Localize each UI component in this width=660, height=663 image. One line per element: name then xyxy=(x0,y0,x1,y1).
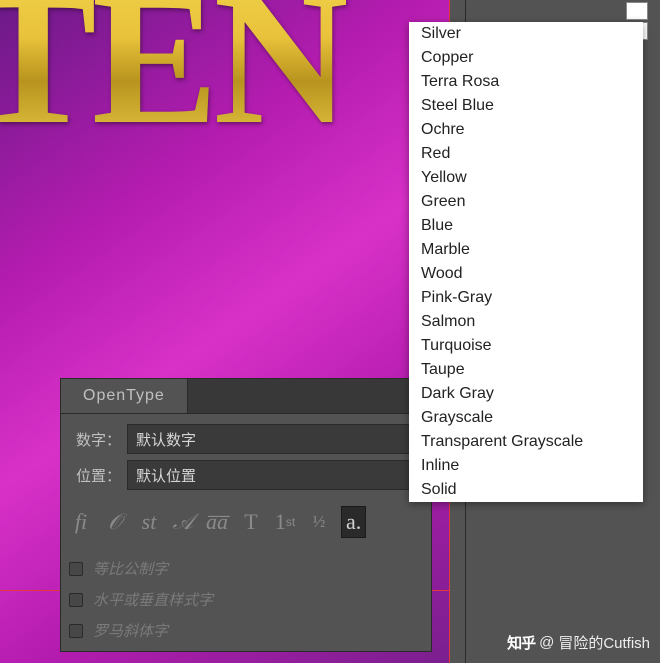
figures-value: 默认数字 xyxy=(136,429,196,450)
check-label: 罗马斜体字 xyxy=(93,620,168,641)
ligatures-icon[interactable]: fi xyxy=(69,509,93,535)
dropdown-item[interactable]: Transparent Grayscale xyxy=(409,430,643,454)
shading-dropdown-menu[interactable]: Silver Copper Terra Rosa Steel Blue Ochr… xyxy=(409,22,643,502)
checkbox-icon xyxy=(69,562,83,576)
figures-select[interactable]: 默认数字 xyxy=(127,424,423,454)
dropdown-item[interactable]: Red xyxy=(409,142,643,166)
figures-row: 数字： 默认数字 xyxy=(69,424,423,454)
dropdown-item[interactable]: Wood xyxy=(409,262,643,286)
position-label: 位置： xyxy=(69,465,121,486)
ordinals-icon[interactable]: 1st xyxy=(273,509,297,535)
check-group: 等比公制字 水平或垂直样式字 罗马斜体字 xyxy=(69,552,423,641)
dropdown-item[interactable]: Dark Gray xyxy=(409,382,643,406)
tab-bar-spacer xyxy=(188,379,431,413)
stylistic-alt-icon[interactable]: st xyxy=(137,509,161,535)
check-label: 等比公制字 xyxy=(93,558,168,579)
panel-tab-bar: OpenType xyxy=(61,379,431,414)
contextual-alt-icon[interactable]: a̅a̅ xyxy=(205,509,229,535)
fractions-icon[interactable]: ½ xyxy=(307,512,331,532)
watermark: 知乎 @ 冒险的Cutfish xyxy=(507,632,650,653)
check-label: 水平或垂直样式字 xyxy=(93,589,213,610)
roman-italic-check[interactable]: 罗马斜体字 xyxy=(69,620,423,641)
position-value: 默认位置 xyxy=(136,465,196,486)
tab-opentype[interactable]: OpenType xyxy=(61,379,188,413)
dropdown-item[interactable]: Taupe xyxy=(409,358,643,382)
position-row: 位置： 默认位置 xyxy=(69,460,423,490)
dropdown-item[interactable]: Pink-Gray xyxy=(409,286,643,310)
dropdown-item[interactable]: Copper xyxy=(409,46,643,70)
dropdown-item[interactable]: Silver xyxy=(409,22,643,46)
swatch-white-1[interactable] xyxy=(626,2,648,20)
dropdown-item[interactable]: Blue xyxy=(409,214,643,238)
checkbox-icon xyxy=(69,624,83,638)
dropdown-item[interactable]: Turquoise xyxy=(409,334,643,358)
dropdown-item[interactable]: Solid xyxy=(409,478,643,502)
dropdown-item[interactable]: Salmon xyxy=(409,310,643,334)
dropdown-item[interactable]: Terra Rosa xyxy=(409,70,643,94)
zhihu-logo-icon: 知乎 xyxy=(507,632,535,653)
proportional-metrics-check[interactable]: 等比公制字 xyxy=(69,558,423,579)
hv-style-check[interactable]: 水平或垂直样式字 xyxy=(69,589,423,610)
dropdown-item[interactable]: Green xyxy=(409,190,643,214)
stylistic-sets-icon[interactable]: a. xyxy=(341,506,366,538)
opentype-panel: OpenType 数字： 默认数字 位置： 默认位置 fi 𝒪 st 𝒜 a̅a… xyxy=(60,378,432,652)
dropdown-item[interactable]: Marble xyxy=(409,238,643,262)
dropdown-item[interactable]: Yellow xyxy=(409,166,643,190)
dropdown-item[interactable]: Steel Blue xyxy=(409,94,643,118)
panel-body: 数字： 默认数字 位置： 默认位置 fi 𝒪 st 𝒜 a̅a̅ T 1st ½… xyxy=(61,414,431,651)
position-select[interactable]: 默认位置 xyxy=(127,460,423,490)
opentype-icon-row: fi 𝒪 st 𝒜 a̅a̅ T 1st ½ a. xyxy=(69,496,423,546)
swash-icon[interactable]: 𝒪 xyxy=(103,509,127,535)
watermark-prefix: @ xyxy=(539,634,554,651)
artwork-text: TEN xyxy=(0,0,346,168)
watermark-author: 冒险的Cutfish xyxy=(558,632,650,653)
titling-alt-icon[interactable]: 𝒜 xyxy=(171,509,195,535)
dropdown-item[interactable]: Ochre xyxy=(409,118,643,142)
figures-label: 数字： xyxy=(69,429,121,450)
checkbox-icon xyxy=(69,593,83,607)
dropdown-item[interactable]: Inline xyxy=(409,454,643,478)
allcaps-icon[interactable]: T xyxy=(239,509,263,535)
dropdown-item[interactable]: Grayscale xyxy=(409,406,643,430)
